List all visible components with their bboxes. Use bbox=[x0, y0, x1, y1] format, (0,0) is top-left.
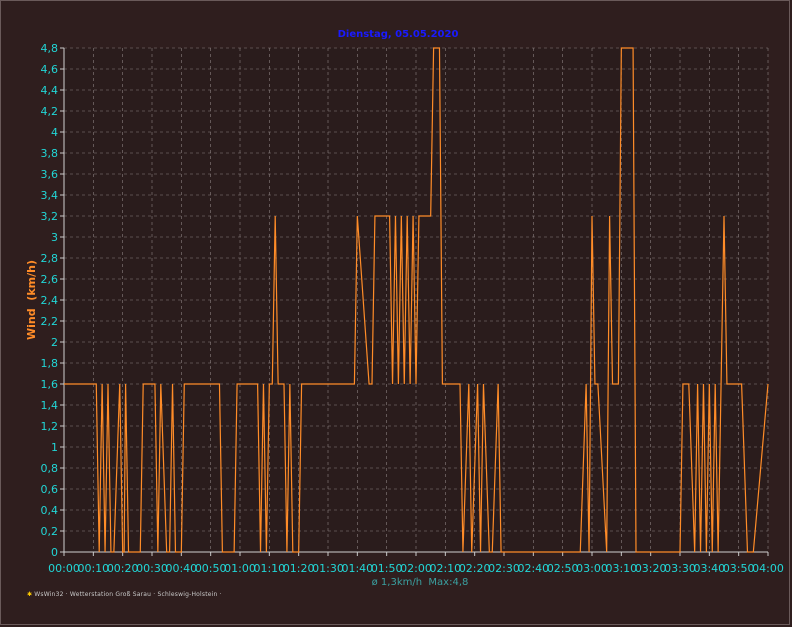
x-tick-label: 00:10 bbox=[77, 562, 109, 575]
y-tick-label: 2,2 bbox=[41, 315, 59, 328]
y-tick-label: 3,8 bbox=[41, 147, 59, 160]
y-tick-labels: 0 0,2 0,4 0,6 0,8 1 1,2 1,4 1,6 1,8 2 2,2 2,4 2,6 2,8 3… bbox=[41, 42, 59, 559]
y-tick-label: 2 bbox=[51, 336, 58, 349]
y-tick-label: 0,4 bbox=[41, 504, 59, 517]
wind-chart: 0 0,2 0,4 0,6 0,8 1 1,2 1,4 1,6 1,8 2 2,2 2,4 2,6 2,8 3… bbox=[25, 29, 784, 588]
y-tick-label: 4 bbox=[51, 126, 58, 139]
y-tick-label: 4,8 bbox=[41, 42, 59, 55]
x-tick-label: 02:10 bbox=[429, 562, 461, 575]
x-tick-label: 00:30 bbox=[136, 562, 168, 575]
x-tick-label: 03:40 bbox=[693, 562, 725, 575]
x-tick-label: 01:00 bbox=[224, 562, 256, 575]
x-tick-label: 02:30 bbox=[488, 562, 520, 575]
x-tick-label: 03:00 bbox=[576, 562, 608, 575]
x-tick-label: 01:40 bbox=[341, 562, 373, 575]
y-tick-label: 3 bbox=[51, 231, 58, 244]
x-tick-label: 02:50 bbox=[547, 562, 579, 575]
x-tick-label: 01:10 bbox=[253, 562, 285, 575]
y-tick-label: 4,2 bbox=[41, 105, 59, 118]
x-tick-label: 02:20 bbox=[459, 562, 491, 575]
x-tick-label: 02:40 bbox=[517, 562, 549, 575]
y-tick-label: 3,4 bbox=[41, 189, 59, 202]
y-tick-label: 2,6 bbox=[41, 273, 59, 286]
x-tick-label: 00:40 bbox=[165, 562, 197, 575]
y-tick-label: 4,6 bbox=[41, 63, 59, 76]
x-tick-label: 03:50 bbox=[723, 562, 755, 575]
y-tick-label: 1,6 bbox=[41, 378, 59, 391]
x-tick-label: 00:20 bbox=[107, 562, 139, 575]
y-tick-label: 0,2 bbox=[41, 525, 59, 538]
y-tick-label: 2,8 bbox=[41, 252, 59, 265]
x-tick-label: 03:20 bbox=[635, 562, 667, 575]
y-tick-label: 3,2 bbox=[41, 210, 59, 223]
gear-icon: ✱ bbox=[27, 591, 33, 598]
summary-label: ø 1,3km/h Max:4,8 bbox=[372, 577, 469, 588]
x-tick-label: 03:30 bbox=[664, 562, 696, 575]
y-tick-label: 1,2 bbox=[41, 420, 59, 433]
y-tick-label: 3,6 bbox=[41, 168, 59, 181]
x-tick-label: 01:50 bbox=[371, 562, 403, 575]
x-tick-label: 04:00 bbox=[752, 562, 784, 575]
y-tick-label: 1 bbox=[51, 441, 58, 454]
x-tick-labels: 00:0000:1000:2000:3000:4000:5001:0001:10… bbox=[48, 562, 784, 575]
y-tick-label: 2,4 bbox=[41, 294, 59, 307]
y-tick-label: 0 bbox=[51, 546, 58, 559]
x-tick-label: 00:50 bbox=[195, 562, 227, 575]
y-tick-label: 0,8 bbox=[41, 462, 59, 475]
x-tick-label: 01:30 bbox=[312, 562, 344, 575]
y-tick-label: 4,4 bbox=[41, 84, 59, 97]
y-tick-label: 1,4 bbox=[41, 399, 59, 412]
x-tick-label: 03:10 bbox=[605, 562, 637, 575]
footer-text: WsWin32 · Wetterstation Groß Sarau · Sch… bbox=[34, 591, 222, 598]
y-axis-label: Wind (km/h) bbox=[25, 260, 38, 340]
x-tick-label: 02:00 bbox=[400, 562, 432, 575]
footer: ✱ WsWin32 · Wetterstation Groß Sarau · Sc… bbox=[27, 591, 222, 598]
chart-title: Dienstag, 05.05.2020 bbox=[338, 29, 459, 40]
y-tick-label: 0,6 bbox=[41, 483, 59, 496]
x-tick-label: 00:00 bbox=[48, 562, 80, 575]
x-tick-label: 01:20 bbox=[283, 562, 315, 575]
y-tick-label: 1,8 bbox=[41, 357, 59, 370]
